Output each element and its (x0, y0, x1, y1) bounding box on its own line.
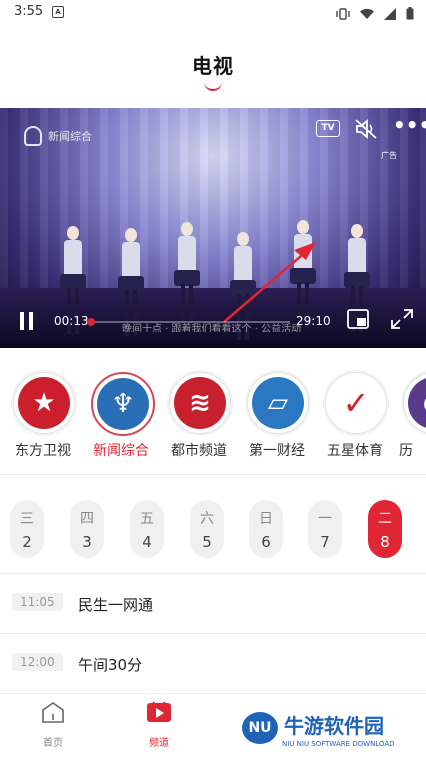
date-chip[interactable]: 五4 (130, 500, 164, 558)
channel-watermark-text: 新闻综合 (48, 130, 92, 143)
performer-figure (174, 222, 200, 332)
finance-logo-icon: ▱ (252, 377, 304, 429)
watermark-title: 牛游软件园 (284, 714, 384, 738)
channel-item[interactable]: ♆ 新闻综合 (82, 372, 162, 468)
annotation-arrow-icon (223, 242, 316, 323)
channel-name: 第一财经 (249, 443, 305, 459)
watermark-subtitle: NIU NIU SOFTWARE DOWNLOAD (282, 740, 395, 748)
current-time: 00:13 (54, 314, 89, 328)
nav-channel[interactable]: 频道 (129, 700, 189, 749)
video-player[interactable]: 新闻综合 TV ••• 广告 晚间十点 · 跟着我们看看这个 · 公益活动 00… (0, 108, 426, 348)
program-title: 午间30分 (78, 656, 143, 674)
channel-logo-ring: ♆ (91, 372, 155, 436)
channel-logo-ring: ✓ (325, 372, 387, 434)
channel-item[interactable]: ≋ 都市频道 (160, 372, 240, 468)
page-header: 电视 (0, 24, 426, 108)
day-of-week: 四 (80, 511, 94, 527)
day-number: 7 (320, 533, 330, 551)
date-chip[interactable]: 一7 (308, 500, 342, 558)
channel-item[interactable]: ◐ 历 (394, 372, 426, 468)
channel-logo-icon (24, 126, 42, 146)
day-number: 8 (380, 533, 390, 551)
day-of-week: 日 (259, 511, 273, 527)
day-number: 3 (82, 533, 92, 551)
channel-item[interactable]: ✓ 五星体育 (316, 372, 396, 468)
channel-list: ★ 东方卫视 ♆ 新闻综合 ≋ 都市频道 ▱ 第一财经 ✓ 五星体育 ◐ 历 (0, 348, 426, 474)
channel-logo-ring: ★ (13, 372, 75, 434)
day-number: 2 (22, 533, 32, 551)
channel-logo-ring: ≋ (169, 372, 231, 434)
sports-logo-icon: ✓ (330, 377, 382, 429)
cast-tv-button[interactable]: TV (316, 120, 340, 137)
wifi-icon (360, 5, 374, 24)
more-options-icon[interactable]: ••• (393, 115, 426, 135)
channel-item[interactable]: ▱ 第一财经 (238, 372, 318, 468)
day-of-week: 六 (200, 511, 214, 527)
program-row[interactable]: 12:00 午间30分 (0, 633, 426, 694)
fullscreen-icon[interactable] (390, 308, 414, 330)
mute-icon[interactable] (354, 118, 378, 140)
program-time: 12:00 (12, 653, 63, 671)
day-of-week: 三 (20, 511, 34, 527)
signal-icon (384, 5, 396, 24)
progress-bar[interactable] (87, 318, 290, 326)
page-title: 电视 (192, 54, 234, 78)
nav-label: 首页 (43, 738, 63, 749)
metro-logo-icon: ≋ (174, 377, 226, 429)
date-chip[interactable]: 六5 (190, 500, 224, 558)
day-number: 6 (261, 533, 271, 551)
channel-name: 都市频道 (171, 443, 227, 459)
vibrate-icon (336, 5, 350, 24)
day-of-week: 二 (378, 511, 392, 527)
total-time: 29:10 (296, 314, 331, 328)
channel-logo-ring: ◐ (403, 372, 426, 434)
date-chip[interactable]: 日6 (249, 500, 283, 558)
day-of-week: 五 (140, 511, 154, 527)
site-watermark: NU 牛游软件园 NIU NIU SOFTWARE DOWNLOAD (238, 710, 418, 754)
watermark-logo-icon: NU (242, 712, 278, 744)
ad-tag: 广告 (381, 151, 397, 160)
channel-play-icon (147, 701, 171, 722)
news-logo-icon: ♆ (97, 378, 149, 430)
channel-name: 东方卫视 (15, 443, 71, 459)
status-bar: 3:55 A (0, 0, 426, 24)
day-of-week: 一 (318, 511, 332, 527)
date-chip[interactable]: 三2 (10, 500, 44, 558)
program-time: 11:05 (12, 593, 63, 611)
channel-name: 历 (399, 443, 413, 459)
picture-in-picture-icon[interactable] (346, 308, 370, 330)
status-time: 3:55 (14, 4, 44, 19)
battery-icon (406, 5, 414, 24)
title-underline-smile (204, 80, 222, 91)
history-logo-icon: ◐ (408, 377, 426, 429)
day-number: 4 (142, 533, 152, 551)
nav-label: 频道 (149, 738, 169, 749)
home-icon (42, 702, 64, 723)
date-selector: 三2 四3 五4 六5 日6 一7 二8 (0, 474, 426, 573)
channel-name: 五星体育 (327, 443, 383, 459)
channel-name: 新闻综合 (93, 443, 149, 459)
date-chip-selected[interactable]: 二8 (368, 500, 402, 558)
dongfang-logo-icon: ★ (18, 377, 70, 429)
date-chip[interactable]: 四3 (70, 500, 104, 558)
channel-item[interactable]: ★ 东方卫视 (4, 372, 84, 468)
program-list: 11:05 民生一网通 12:00 午间30分 (0, 573, 426, 693)
pause-icon[interactable] (18, 312, 36, 330)
channel-watermark: 新闻综合 (24, 126, 92, 146)
channel-logo-ring: ▱ (247, 372, 309, 434)
program-row[interactable]: 11:05 民生一网通 (0, 573, 426, 634)
day-number: 5 (202, 533, 212, 551)
program-title: 民生一网通 (78, 596, 154, 614)
notification-icon: A (52, 6, 64, 18)
nav-home[interactable]: 首页 (23, 700, 83, 749)
